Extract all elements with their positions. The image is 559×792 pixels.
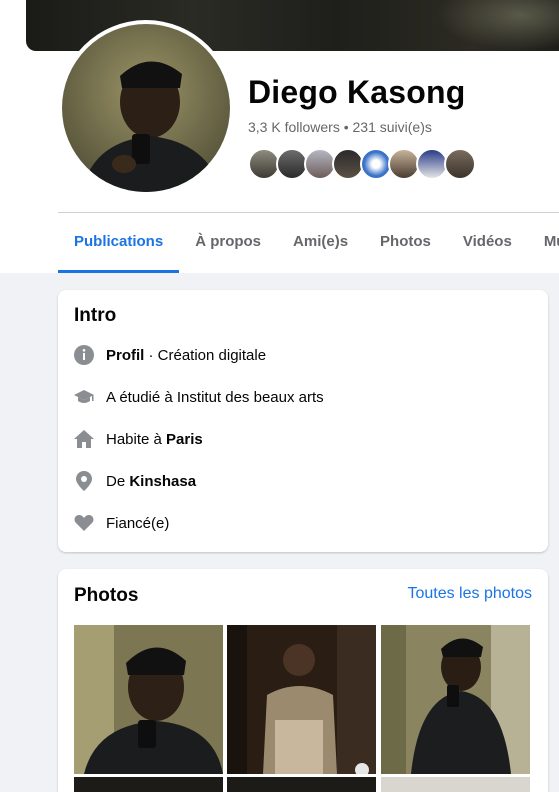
profile-tabs: Publications À propos Ami(e)s Photos Vid… xyxy=(58,213,559,273)
intro-education-row: A étudié à Institut des beaux arts xyxy=(74,385,324,409)
photo-thumbnail[interactable] xyxy=(74,777,223,792)
location-pin-icon xyxy=(74,471,94,491)
intro-profile-label: Profil xyxy=(106,346,145,364)
intro-hometown-city[interactable]: Kinshasa xyxy=(129,473,196,490)
tab-videos[interactable]: Vidéos xyxy=(447,213,528,273)
intro-residence-prefix: Habite à xyxy=(106,430,167,448)
friend-avatar[interactable] xyxy=(444,148,476,180)
photo-thumbnail[interactable] xyxy=(227,625,376,774)
photos-card: Photos Toutes les photos xyxy=(58,569,548,792)
tab-publications[interactable]: Publications xyxy=(58,213,180,273)
intro-profile-category: · Création digitale xyxy=(144,346,267,364)
tab-photos[interactable]: Photos xyxy=(364,213,447,273)
intro-hometown-row: De Kinshasa xyxy=(74,469,196,493)
intro-card: Intro Profil · Création digitale A étudi… xyxy=(58,290,548,552)
intro-residence-row: Habite à Paris xyxy=(74,427,203,451)
intro-profile-row: Profil · Création digitale xyxy=(74,343,266,367)
photo-thumbnail[interactable] xyxy=(381,625,530,774)
photo-thumbnail[interactable] xyxy=(381,777,530,792)
tab-friends[interactable]: Ami(e)s xyxy=(277,213,364,273)
profile-name: Diego Kasong xyxy=(248,74,466,110)
see-all-photos-link[interactable]: Toutes les photos xyxy=(407,585,532,603)
intro-residence-city[interactable]: Paris xyxy=(166,431,203,448)
photo-thumbnail[interactable] xyxy=(74,625,223,774)
tab-music[interactable]: Musi xyxy=(528,213,559,273)
intro-relationship-row: Fiancé(e) xyxy=(74,511,169,535)
photos-title: Photos xyxy=(74,585,139,606)
heart-icon xyxy=(74,513,94,533)
tab-about[interactable]: À propos xyxy=(179,213,277,273)
intro-title: Intro xyxy=(74,305,117,326)
intro-relationship-text: Fiancé(e) xyxy=(106,514,170,532)
home-icon xyxy=(74,429,94,449)
graduation-cap-icon xyxy=(74,387,94,407)
intro-education-text[interactable]: A étudié à Institut des beaux arts xyxy=(106,389,324,406)
intro-hometown-prefix: De xyxy=(106,472,130,490)
profile-avatar[interactable] xyxy=(58,20,234,196)
photo-thumbnail[interactable] xyxy=(227,777,376,792)
friend-avatars xyxy=(248,148,476,180)
avatar-image xyxy=(62,24,230,192)
info-icon xyxy=(74,345,94,365)
follower-stats[interactable]: 3,3 K followers • 231 suivi(e)s xyxy=(248,119,432,135)
